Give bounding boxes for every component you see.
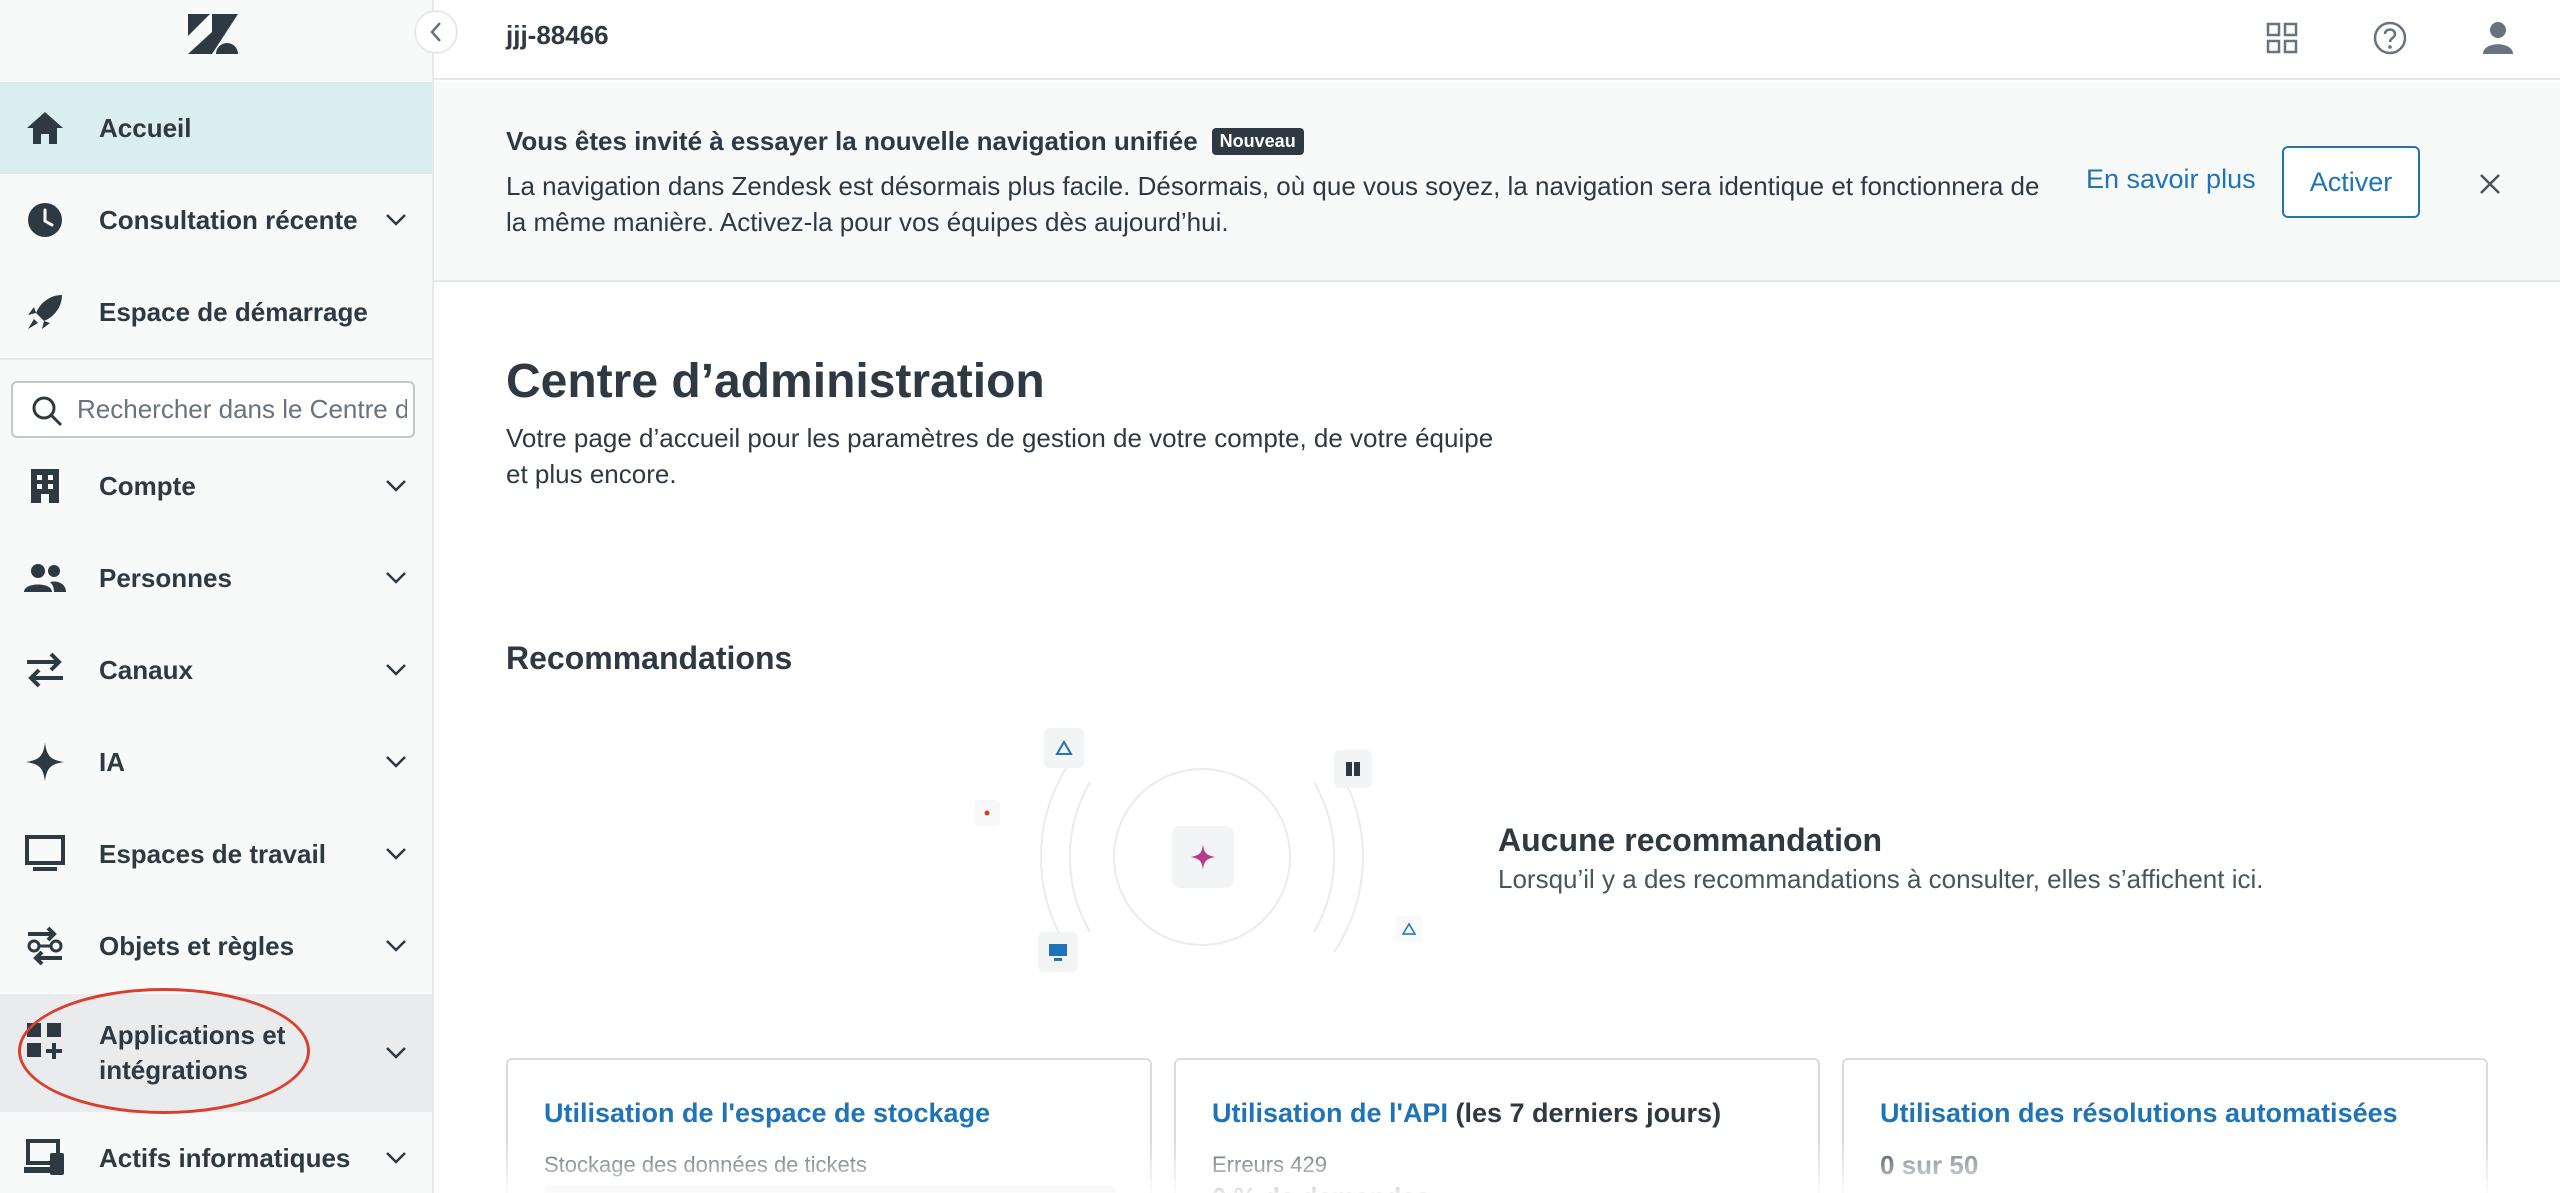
- sidebar-item-label: Espace de démarrage: [99, 296, 368, 327]
- sidebar-item-consultation-recente[interactable]: Consultation récente: [0, 174, 432, 266]
- account-name: jjj-88466: [506, 20, 609, 50]
- sidebar-item-label: Accueil: [99, 112, 192, 143]
- chevron-down-icon[interactable]: [382, 932, 410, 960]
- banner-description: La navigation dans Zendesk est désormais…: [506, 171, 2040, 237]
- chevron-down-icon[interactable]: [382, 748, 410, 776]
- activate-button[interactable]: Activer: [2282, 146, 2420, 218]
- sidebar-item-actifs-informatiques[interactable]: Actifs informatiques: [0, 1112, 432, 1193]
- sidebar-item-label: IA: [99, 746, 125, 777]
- top-bar: jjj-88466: [434, 0, 2560, 80]
- automated-resolutions-link[interactable]: Utilisation des résolutions automatisées: [1880, 1098, 2398, 1129]
- api-errors-value: 0 % de demandes: [1212, 1182, 1430, 1193]
- people-icon: [24, 557, 66, 599]
- sparkle-icon: [24, 741, 66, 783]
- sidebar-item-espaces-travail[interactable]: Espaces de travail: [0, 808, 432, 900]
- api-errors-label: Erreurs 429: [1212, 1152, 1327, 1177]
- home-icon: [24, 107, 66, 149]
- storage-usage-card: Utilisation de l'espace de stockage Stoc…: [506, 1058, 1152, 1193]
- chevron-down-icon[interactable]: [382, 656, 410, 684]
- sidebar-item-ia[interactable]: IA: [0, 716, 432, 808]
- banner-title-text: Vous êtes invité à essayer la nouvelle n…: [506, 126, 1198, 156]
- automated-resolutions-value: 0 sur 50: [1880, 1150, 1978, 1181]
- sidebar-item-label: Consultation récente: [99, 204, 358, 235]
- api-usage-card: Utilisation de l'API (les 7 derniers jou…: [1174, 1058, 1820, 1193]
- automated-resolutions-card: Utilisation des résolutions automatisées…: [1842, 1058, 2488, 1193]
- zendesk-logo-icon[interactable]: [188, 14, 238, 54]
- objects-icon: [24, 925, 66, 967]
- chevron-left-icon: [430, 22, 441, 42]
- devices-icon: [24, 1137, 66, 1179]
- sidebar-item-personnes[interactable]: Personnes: [0, 532, 432, 624]
- recommendations-heading: Recommandations: [506, 640, 793, 676]
- chevron-down-icon[interactable]: [382, 1039, 410, 1067]
- storage-usage-subtitle: Stockage des données de tickets: [544, 1152, 867, 1177]
- api-usage-period: (les 7 derniers jours): [1455, 1098, 1722, 1128]
- sidebar-search[interactable]: [11, 381, 415, 438]
- api-usage-link[interactable]: Utilisation de l'API: [1212, 1098, 1448, 1128]
- apps-icon: [24, 1020, 66, 1062]
- sidebar: Accueil Consultation récente Espace de d…: [0, 0, 434, 1193]
- unified-navigation-banner: Vous êtes invité à essayer la nouvelle n…: [434, 82, 2560, 282]
- empty-recommendations-illustration: [970, 722, 1434, 982]
- sidebar-item-label: Canaux: [99, 654, 193, 685]
- rocket-icon: [24, 291, 66, 333]
- chevron-down-icon[interactable]: [382, 840, 410, 868]
- monitor-icon: [24, 833, 66, 875]
- page-title: Centre d’administration: [506, 355, 1045, 408]
- sidebar-item-applications-integrations[interactable]: Applications et intégrations: [0, 994, 432, 1112]
- sidebar-item-espace-demarrage[interactable]: Espace de démarrage: [0, 266, 432, 358]
- arrows-icon: [24, 649, 66, 691]
- api-usage-title: Utilisation de l'API (les 7 derniers jou…: [1212, 1098, 1721, 1129]
- close-icon[interactable]: [2468, 162, 2512, 206]
- resolutions-total: sur 50: [1901, 1150, 1979, 1180]
- collapse-sidebar-button[interactable]: [414, 10, 458, 54]
- no-recommendations-title: Aucune recommandation: [1498, 822, 1883, 858]
- sidebar-item-objets-regles[interactable]: Objets et règles: [0, 900, 432, 992]
- no-recommendations-description: Lorsqu’il y a des recommandations à cons…: [1498, 864, 2264, 894]
- new-badge: Nouveau: [1211, 128, 1304, 155]
- storage-usage-link[interactable]: Utilisation de l'espace de stockage: [544, 1098, 990, 1129]
- help-icon[interactable]: [2368, 16, 2412, 60]
- sidebar-divider: [0, 358, 432, 360]
- sidebar-item-label: Objets et règles: [99, 930, 295, 961]
- clock-icon: [24, 199, 66, 241]
- sidebar-item-label: Compte: [99, 470, 196, 501]
- chevron-down-icon[interactable]: [382, 472, 410, 500]
- chevron-down-icon[interactable]: [382, 564, 410, 592]
- user-avatar-icon[interactable]: [2476, 16, 2520, 60]
- storage-progress-bar: [544, 1186, 1116, 1193]
- sidebar-item-accueil[interactable]: Accueil: [0, 82, 432, 174]
- page-subtitle: Votre page d’accueil pour les paramètres…: [506, 423, 1494, 489]
- sidebar-item-label: Personnes: [99, 562, 232, 593]
- search-input[interactable]: [77, 394, 407, 425]
- chevron-down-icon[interactable]: [382, 1144, 410, 1172]
- banner-title: Vous êtes invité à essayer la nouvelle n…: [506, 126, 1304, 157]
- sidebar-item-label: Applications et intégrations: [99, 1020, 286, 1085]
- building-icon: [24, 465, 66, 507]
- resolutions-used: 0: [1880, 1150, 1895, 1180]
- sidebar-item-compte[interactable]: Compte: [0, 440, 432, 532]
- learn-more-link[interactable]: En savoir plus: [2086, 164, 2256, 195]
- chevron-down-icon[interactable]: [382, 206, 410, 234]
- products-grid-icon[interactable]: [2260, 16, 2304, 60]
- sidebar-item-label: Actifs informatiques: [99, 1142, 351, 1173]
- sidebar-item-canaux[interactable]: Canaux: [0, 624, 432, 716]
- search-icon: [31, 395, 63, 432]
- sidebar-item-label: Espaces de travail: [99, 838, 326, 869]
